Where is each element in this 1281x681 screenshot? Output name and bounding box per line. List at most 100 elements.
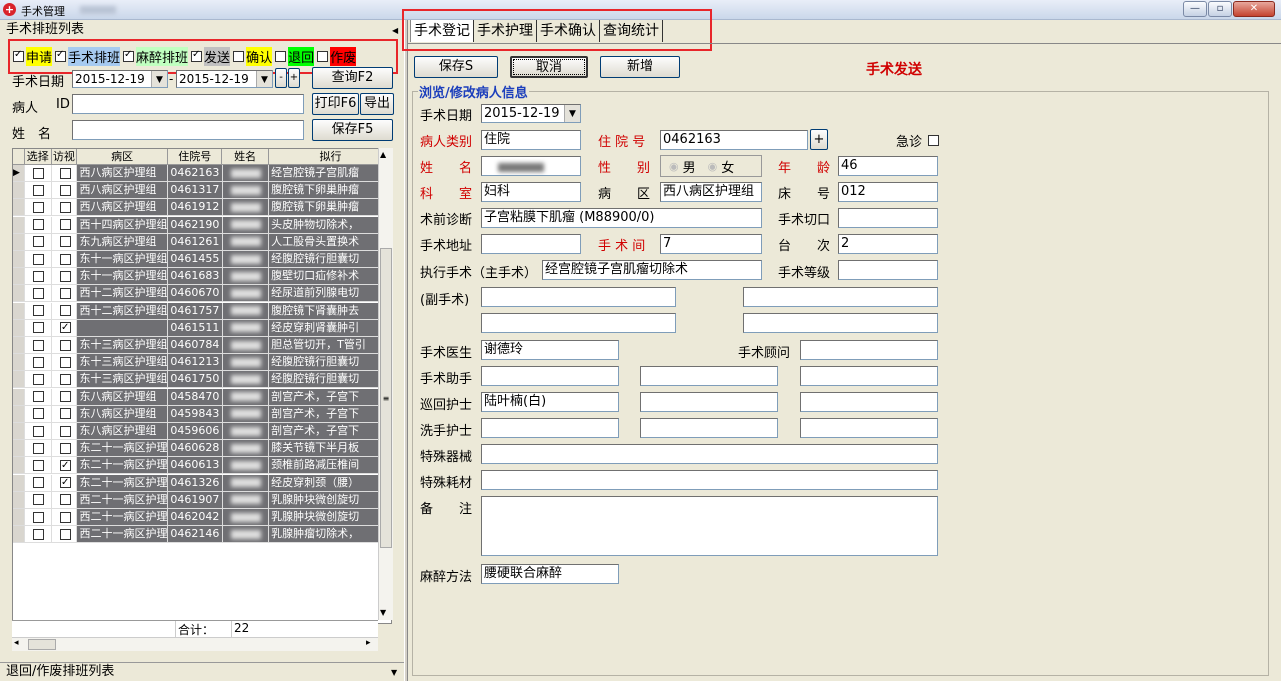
row-indicator[interactable] <box>13 371 25 389</box>
select-cell[interactable] <box>24 371 53 389</box>
row-visit-checkbox[interactable] <box>60 270 72 282</box>
table-row[interactable]: 东八病区护理组 0458470 剖宫产术，子宫下 <box>13 388 391 406</box>
collapse-arrow-icon[interactable]: ◀ <box>392 26 398 35</box>
inpatient-search-button[interactable]: + <box>810 129 828 150</box>
emergency-checkbox[interactable] <box>928 133 939 147</box>
select-cell[interactable] <box>24 165 53 182</box>
scroll-thumb[interactable]: ≡ <box>380 248 392 548</box>
name-input[interactable] <box>481 156 581 176</box>
table-row[interactable]: 东十三病区护理组 0461213 经腹腔镜行胆囊切 <box>13 354 391 372</box>
table-row[interactable]: 东十三病区护理组 0460784 胆总管切开，T管引 <box>13 337 391 354</box>
row-select-checkbox[interactable] <box>32 236 44 248</box>
scrub-nurse-input-3[interactable] <box>800 418 938 438</box>
select-cell[interactable] <box>24 251 53 268</box>
save-f5-button[interactable]: 保存F5 <box>312 119 393 141</box>
select-cell[interactable] <box>24 405 53 423</box>
row-indicator[interactable] <box>13 285 25 303</box>
visit-cell[interactable] <box>52 337 78 354</box>
filter-checkbox[interactable] <box>317 50 329 62</box>
date-from-select[interactable]: 2015-12-19 ▼ <box>72 70 168 88</box>
row-visit-checkbox[interactable] <box>60 287 72 299</box>
maximize-button[interactable]: ▫ <box>1208 1 1232 17</box>
print-button[interactable]: 打印F6 <box>312 93 359 115</box>
visit-cell[interactable] <box>52 233 78 251</box>
visit-cell[interactable] <box>52 405 78 423</box>
table-row[interactable]: 西十二病区护理组 0460670 经尿道前列腺电切 <box>13 285 391 303</box>
table-row[interactable]: 东九病区护理组 0461261 人工股骨头置换术 <box>13 233 391 251</box>
visit-cell[interactable] <box>52 423 78 440</box>
panel-splitter[interactable] <box>404 20 408 681</box>
scroll-down-icon[interactable]: ▼ <box>380 608 386 617</box>
bed-input[interactable]: 012 <box>838 182 938 202</box>
table-row[interactable]: 东八病区护理组 0459606 剖宫产术，子宫下 <box>13 423 391 440</box>
assistant-input-1[interactable] <box>481 366 619 386</box>
column-header[interactable]: 病区 <box>77 149 169 165</box>
row-visit-checkbox[interactable] <box>60 425 72 437</box>
assistant-input-3[interactable] <box>800 366 938 386</box>
filter-0[interactable]: 申请 <box>13 46 53 66</box>
row-indicator[interactable] <box>13 474 25 492</box>
select-cell[interactable] <box>24 526 53 544</box>
table-row[interactable]: 西十二病区护理组 0461757 腹腔镜下肾囊肿去 <box>13 302 391 320</box>
row-indicator[interactable] <box>13 388 25 406</box>
table-row[interactable]: 西八病区护理组 0461912 腹腔镜下卵巢肿瘤 <box>13 199 391 217</box>
row-select-checkbox[interactable] <box>32 339 44 351</box>
level-input[interactable] <box>838 260 938 280</box>
row-select-checkbox[interactable] <box>32 305 44 317</box>
sub-op-input-2[interactable] <box>743 287 938 307</box>
visit-cell[interactable] <box>52 491 78 509</box>
row-visit-checkbox[interactable] <box>60 253 72 265</box>
row-select-checkbox[interactable] <box>32 511 44 523</box>
instrument-input[interactable] <box>481 444 938 464</box>
filter-checkbox[interactable] <box>123 49 135 62</box>
table-horizontal-scrollbar[interactable]: ◂ ▸ <box>12 637 378 651</box>
row-visit-checkbox[interactable] <box>60 320 72 336</box>
select-cell[interactable] <box>24 199 53 217</box>
table-row[interactable]: 东十三病区护理组 0461750 经腹腔镜行胆囊切 <box>13 371 391 389</box>
select-cell[interactable] <box>24 268 53 286</box>
visit-cell[interactable] <box>52 440 78 458</box>
row-indicator[interactable] <box>13 233 25 251</box>
row-visit-checkbox[interactable] <box>60 391 72 403</box>
row-select-checkbox[interactable] <box>32 201 44 213</box>
row-indicator[interactable] <box>13 216 25 234</box>
select-cell[interactable] <box>24 337 53 354</box>
row-visit-checkbox[interactable] <box>60 373 72 385</box>
tab-0[interactable]: 手术登记 <box>410 20 474 42</box>
query-button[interactable]: 查询F2 <box>312 67 393 89</box>
row-select-checkbox[interactable] <box>32 425 44 437</box>
row-visit-checkbox[interactable] <box>60 167 72 179</box>
select-cell[interactable] <box>24 491 53 509</box>
visit-cell[interactable] <box>52 216 78 234</box>
visit-cell[interactable] <box>52 285 78 303</box>
row-indicator[interactable] <box>13 440 25 458</box>
add-button[interactable]: 新增 <box>600 56 680 78</box>
visit-cell[interactable] <box>52 199 78 217</box>
tab-3[interactable]: 查询统计 <box>600 20 663 42</box>
op-date-select[interactable]: 2015-12-19 ▼ <box>481 104 581 123</box>
column-header[interactable]: 姓名 <box>222 149 269 165</box>
save-s-button[interactable]: 保存S <box>414 56 498 78</box>
row-visit-checkbox[interactable] <box>60 305 72 317</box>
select-cell[interactable] <box>24 423 53 440</box>
visit-cell[interactable] <box>52 388 78 406</box>
row-indicator[interactable] <box>13 182 25 200</box>
scrub-nurse-input-2[interactable] <box>640 418 778 438</box>
hscroll-thumb[interactable] <box>28 639 56 650</box>
row-indicator[interactable] <box>13 423 25 440</box>
table-row[interactable]: 东二十一病区护理组0460613 颈椎前路减压椎间 <box>13 457 391 475</box>
row-indicator[interactable] <box>13 319 25 337</box>
table-row[interactable]: 东八病区护理组 0459843 剖宫产术，子宫下 <box>13 405 391 423</box>
row-indicator[interactable] <box>13 251 25 268</box>
select-cell[interactable] <box>24 233 53 251</box>
minimize-button[interactable]: — <box>1183 1 1207 17</box>
row-select-checkbox[interactable] <box>32 287 44 299</box>
row-indicator[interactable] <box>13 526 25 544</box>
select-cell[interactable] <box>24 388 53 406</box>
table-row[interactable]: 东二十一病区护理组0460628 膝关节镜下半月板 <box>13 440 391 458</box>
row-select-checkbox[interactable] <box>32 494 44 506</box>
consumable-input[interactable] <box>481 470 938 490</box>
row-indicator[interactable] <box>13 457 25 475</box>
table-row[interactable]: 0461511 经皮穿刺肾囊肿引 <box>13 319 391 337</box>
remark-textarea[interactable] <box>481 496 938 556</box>
